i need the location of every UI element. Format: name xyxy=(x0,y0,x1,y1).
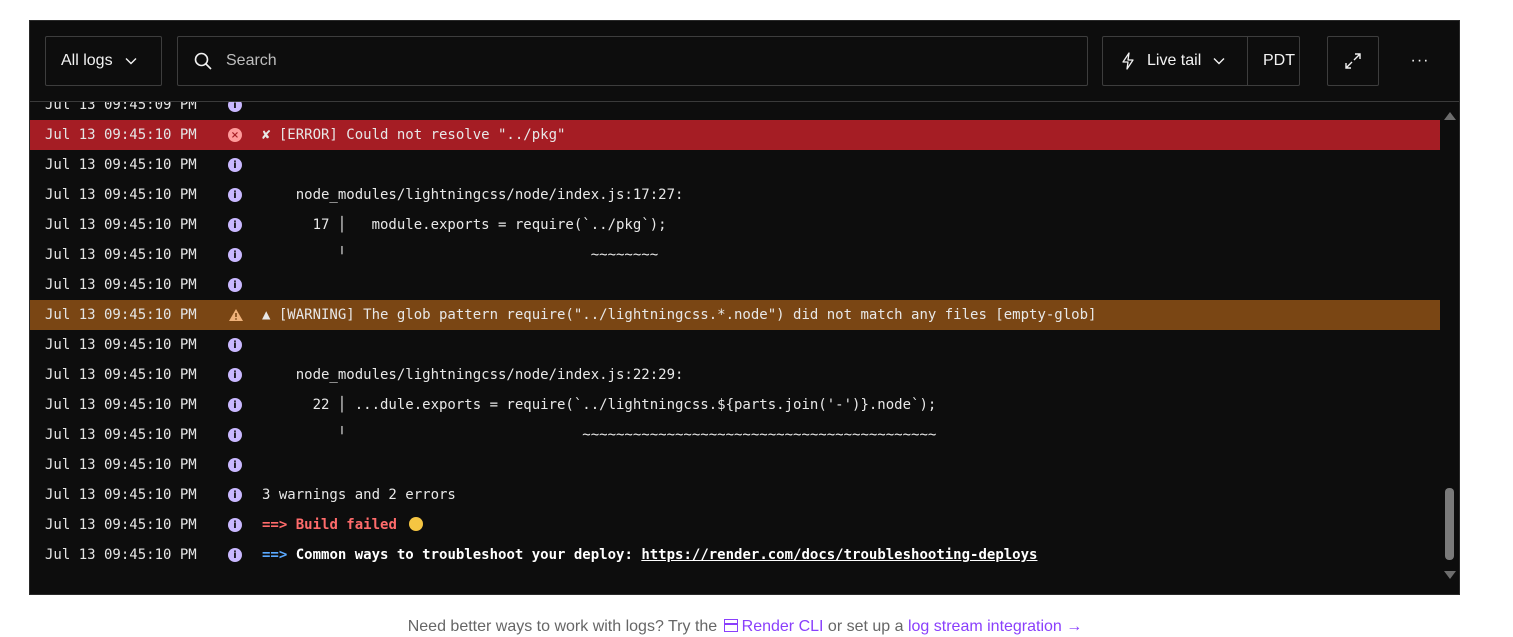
info-icon: i xyxy=(228,248,242,262)
log-message: ▲ [WARNING] The glob pattern require("..… xyxy=(262,307,1097,323)
chevron-down-icon xyxy=(125,58,137,65)
log-timestamp: Jul 13 09:45:10 PM xyxy=(45,397,197,413)
log-toolbar: All logs Search Live tail PDT ··· xyxy=(30,21,1459,102)
all-logs-label: All logs xyxy=(61,52,113,69)
log-row: Jul 13 09:45:10 PM i ╵ ~~~~~~~~ xyxy=(30,240,1440,270)
search-icon xyxy=(194,52,212,70)
log-timestamp: Jul 13 09:45:10 PM xyxy=(45,127,197,143)
sad-face-icon xyxy=(409,517,424,531)
search-input[interactable]: Search xyxy=(226,52,277,70)
log-row-troubleshoot: Jul 13 09:45:10 PM i ==> Common ways to tr… xyxy=(30,540,1440,570)
info-icon: i xyxy=(228,488,242,502)
log-row: Jul 13 09:45:09 PM i xyxy=(30,102,1440,120)
log-message: node_modules/lightningcss/node/index.js:… xyxy=(262,187,684,203)
footer-middle: or set up a xyxy=(823,618,908,635)
chevron-down-icon[interactable] xyxy=(1213,57,1225,65)
log-row: Jul 13 09:45:10 PM i 17 │ module.exports … xyxy=(30,210,1440,240)
scroll-down-arrow-icon[interactable] xyxy=(1444,571,1456,579)
log-timestamp: Jul 13 09:45:09 PM xyxy=(45,102,197,113)
log-row: Jul 13 09:45:10 PM ▲ [WARNING] The glob p… xyxy=(30,300,1440,330)
log-row: Jul 13 09:45:10 PM i node_modules/lightni… xyxy=(30,360,1440,390)
arrow-marker: ==> xyxy=(262,547,288,563)
logs-footer: Need better ways to work with logs? Try … xyxy=(0,618,1490,636)
log-row: Jul 13 09:45:10 PM i 3 warnings and 2 erro… xyxy=(30,480,1440,510)
log-message: 22 │ ...dule.exports = require(`../light… xyxy=(262,397,937,413)
info-icon: i xyxy=(228,548,242,562)
info-icon: i xyxy=(228,518,242,532)
troubleshoot-text: Common ways to troubleshoot your deploy: xyxy=(287,547,642,563)
expand-icon xyxy=(1345,53,1361,69)
terminal-icon xyxy=(723,619,738,632)
search-field[interactable]: Search xyxy=(177,36,1088,86)
log-timestamp: Jul 13 09:45:10 PM xyxy=(45,337,197,353)
log-timestamp: Jul 13 09:45:10 PM xyxy=(45,487,197,503)
log-timestamp: Jul 13 09:45:10 PM xyxy=(45,367,197,383)
log-row: Jul 13 09:45:10 PM i ╵ ~~~~~~~~~~~~~~~~~~… xyxy=(30,420,1440,450)
lightning-icon xyxy=(1122,52,1134,70)
log-row: Jul 13 09:45:10 PM i 22 │ ...dule.exports… xyxy=(30,390,1440,420)
error-icon: × xyxy=(228,128,242,142)
log-stream-integration-link[interactable]: log stream integration → xyxy=(908,618,1082,635)
info-icon: i xyxy=(228,338,242,352)
log-row: Jul 13 09:45:10 PM i xyxy=(30,330,1440,360)
live-tail-control: Live tail PDT xyxy=(1102,36,1300,86)
info-icon: i xyxy=(228,158,242,172)
log-list: Jul 13 09:45:09 PM i Jul 13 09:45:10 PM × ✘ … xyxy=(30,102,1440,595)
log-timestamp: Jul 13 09:45:10 PM xyxy=(45,547,197,563)
log-row-build-failed: Jul 13 09:45:10 PM i ==> Build failed xyxy=(30,510,1440,540)
log-row: Jul 13 09:45:10 PM i xyxy=(30,150,1440,180)
arrow-marker: ==> xyxy=(262,517,288,533)
troubleshooting-docs-link[interactable]: https://render.com/docs/troubleshooting-… xyxy=(641,547,1037,563)
log-timestamp: Jul 13 09:45:10 PM xyxy=(45,157,197,173)
log-row: Jul 13 09:45:10 PM i xyxy=(30,450,1440,480)
log-timestamp: Jul 13 09:45:10 PM xyxy=(45,187,197,203)
info-icon: i xyxy=(228,218,242,232)
log-row: Jul 13 09:45:10 PM i xyxy=(30,270,1440,300)
log-row: Jul 13 09:45:10 PM i node_modules/lightni… xyxy=(30,180,1440,210)
timezone-button[interactable]: PDT xyxy=(1263,52,1295,70)
info-icon: i xyxy=(228,102,242,112)
warning-icon xyxy=(228,308,244,322)
expand-button[interactable] xyxy=(1327,36,1379,86)
render-cli-link[interactable]: Render CLI xyxy=(722,618,824,635)
live-tail-button[interactable]: Live tail xyxy=(1147,52,1201,70)
log-message: ╵ ~~~~~~~~~~~~~~~~~~~~~~~~~~~~~~~~~~~~~~… xyxy=(262,427,937,443)
log-message: ✘ [ERROR] Could not resolve "../pkg" xyxy=(262,127,566,143)
log-message: 3 warnings and 2 errors xyxy=(262,487,456,503)
info-icon: i xyxy=(228,368,242,382)
build-failed-message: ==> Build failed xyxy=(262,517,424,533)
log-timestamp: Jul 13 09:45:10 PM xyxy=(45,457,197,473)
log-timestamp: Jul 13 09:45:10 PM xyxy=(45,277,197,293)
info-icon: i xyxy=(228,428,242,442)
info-icon: i xyxy=(228,188,242,202)
log-timestamp: Jul 13 09:45:10 PM xyxy=(45,217,197,233)
log-timestamp: Jul 13 09:45:10 PM xyxy=(45,247,197,263)
more-options-button[interactable]: ··· xyxy=(1400,36,1440,86)
troubleshoot-message: ==> Common ways to troubleshoot your dep… xyxy=(262,547,1037,563)
scrollbar-thumb[interactable] xyxy=(1445,488,1454,560)
divider xyxy=(1247,37,1248,85)
all-logs-dropdown[interactable]: All logs xyxy=(45,36,162,86)
log-timestamp: Jul 13 09:45:10 PM xyxy=(45,517,197,533)
info-icon: i xyxy=(228,398,242,412)
build-failed-text: Build failed xyxy=(287,517,406,533)
log-message: 17 │ module.exports = require(`../pkg`); xyxy=(262,217,667,233)
log-row: Jul 13 09:45:10 PM × ✘ [ERROR] Could not r… xyxy=(30,120,1440,150)
info-icon: i xyxy=(228,458,242,472)
log-message: ╵ ~~~~~~~~ xyxy=(262,247,659,263)
log-timestamp: Jul 13 09:45:10 PM xyxy=(45,427,197,443)
log-message: node_modules/lightningcss/node/index.js:… xyxy=(262,367,684,383)
render-cli-label: Render CLI xyxy=(741,618,824,635)
info-icon: i xyxy=(228,278,242,292)
log-panel: All logs Search Live tail PDT ··· Jul 13… xyxy=(29,20,1460,595)
scroll-up-arrow-icon[interactable] xyxy=(1444,112,1456,120)
log-timestamp: Jul 13 09:45:10 PM xyxy=(45,307,197,323)
footer-prefix: Need better ways to work with logs? Try … xyxy=(407,618,722,635)
